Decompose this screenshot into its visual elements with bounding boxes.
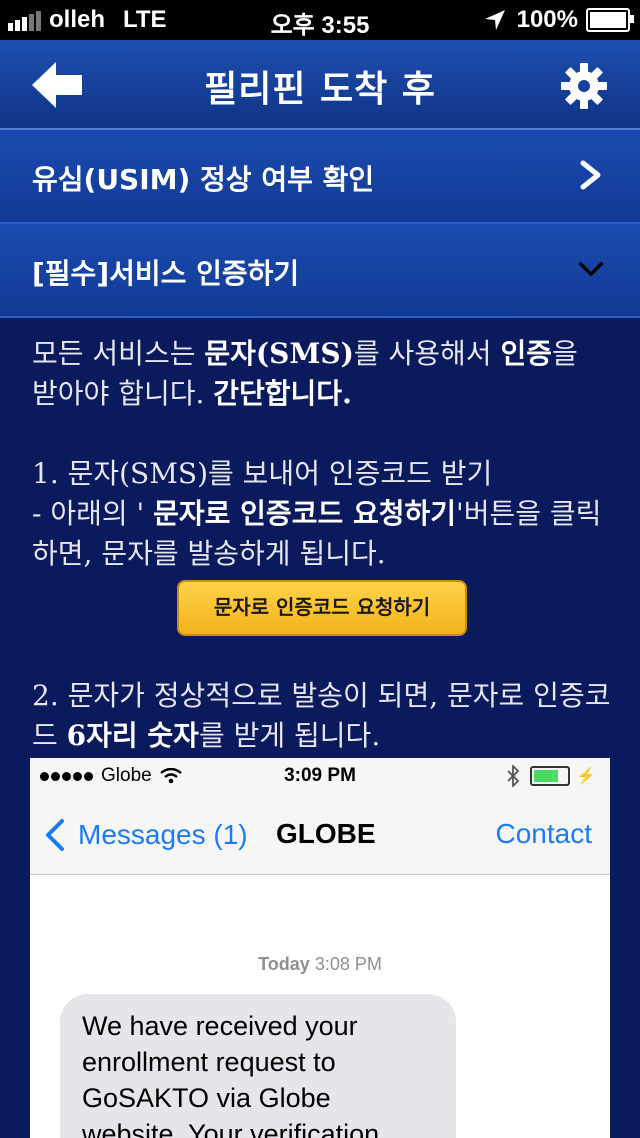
bluetooth-icon [507, 765, 520, 787]
auth-instructions: 모든 서비스는 문자(SMS)를 사용해서 인증을 받아야 합니다. 간단합니다… [32, 334, 612, 756]
message-timestamp: Today 3:08 PM [258, 954, 382, 974]
page-title: 필리핀 도착 후 [204, 69, 436, 110]
battery-icon [586, 8, 634, 32]
messages-back-button: Messages (1) [44, 818, 248, 852]
menu-item-usim-check[interactable]: 유심(USIM) 정상 여부 확인 [0, 130, 640, 224]
menu-item-label: 유심(USIM) 정상 여부 확인 [32, 163, 375, 196]
menu-item-label: [필수]서비스 인증하기 [32, 257, 300, 290]
intro-text: 모든 서비스는 문자(SMS)를 사용해서 인증을 받아야 합니다. 간단합니다… [32, 337, 578, 410]
request-code-button[interactable]: 문자로 인증코드 요청하기 [177, 580, 467, 636]
contact-button: Contact [495, 818, 593, 849]
step2-text: 2. 문자가 정상적으로 발송이 되면, 문자로 인증코드 6자리 숫자를 받게… [32, 679, 611, 752]
menu-item-service-auth[interactable]: [필수]서비스 인증하기 [0, 224, 640, 318]
charging-icon: ⚡ [576, 768, 596, 785]
message-bubble: We have received your enrollment request… [60, 994, 456, 1138]
conversation-title: GLOBE [276, 818, 376, 849]
status-bar: olleh LTE 오후 3:55 100% [0, 0, 640, 40]
screenshot-status-bar: Globe 3:09 PM ⚡ [30, 758, 610, 794]
screenshot-nav-bar: Messages (1) GLOBE Contact [30, 794, 610, 875]
nav-bar: 필리핀 도착 후 [0, 40, 640, 130]
step1-text: - 아래의 ' 문자로 인증코드 요청하기'버튼을 클릭하면, 문자를 발송하게… [32, 497, 602, 570]
gear-icon[interactable] [560, 62, 608, 110]
step1-title: 1. 문자(SMS)를 보내어 인증코드 받기 [32, 457, 493, 490]
status-right: 100% [483, 6, 634, 34]
battery-icon [530, 766, 571, 786]
chevron-down-icon [578, 262, 604, 276]
chevron-right-icon [580, 160, 601, 190]
chevron-left-icon [46, 819, 64, 851]
location-arrow-icon [484, 10, 505, 30]
battery-percent: 100% [516, 6, 578, 33]
example-sms-screenshot: Globe 3:09 PM ⚡ Messages (1) GLOBE Conta… [30, 758, 610, 1138]
